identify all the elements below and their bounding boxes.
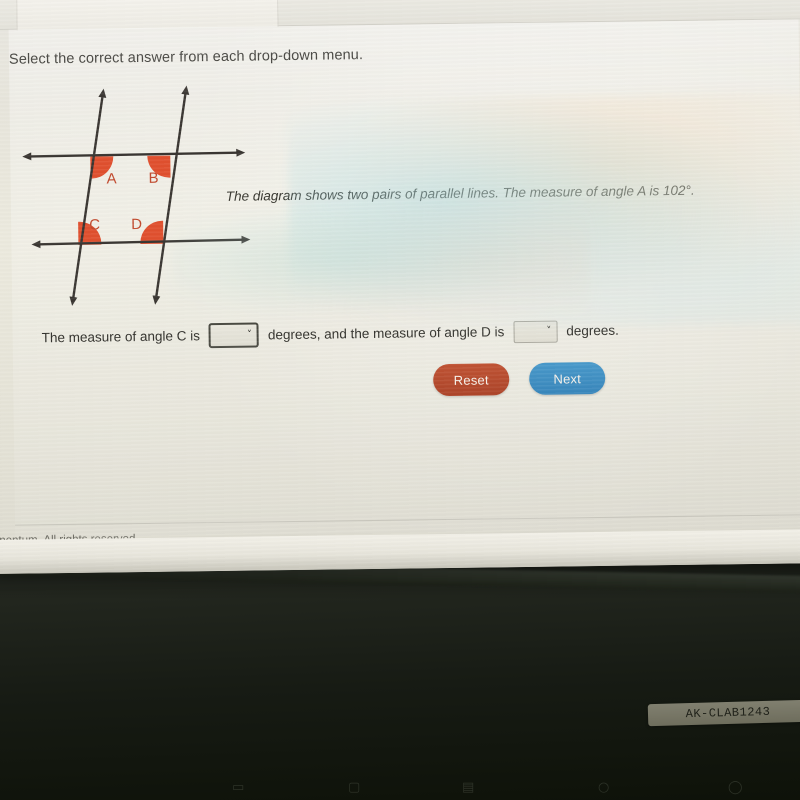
action-button-row: Reset Next (433, 361, 606, 397)
chevron-down-icon: ˅ (246, 329, 253, 341)
chevron-down-icon: ˅ (546, 325, 552, 337)
top-horizontal-line (22, 148, 246, 161)
quiz-page-content: Select the correct answer from each drop… (0, 19, 800, 547)
key-glyph-icon: ▢ (348, 780, 361, 795)
angle-label-B: B (148, 170, 158, 187)
key-glyph-icon: ◯ (728, 780, 743, 795)
next-button[interactable]: Next (529, 361, 606, 395)
key-glyph-icon: ▤ (462, 780, 475, 795)
answer-text-part1: The measure of angle C is (41, 328, 201, 346)
laptop-screen: Select the correct answer from each drop… (0, 0, 800, 574)
problem-statement-text: The diagram shows two pairs of parallel … (225, 182, 695, 204)
angle-label-D: D (131, 216, 142, 233)
key-glyph-icon: ▭ (232, 780, 245, 795)
footer-divider (15, 513, 800, 526)
left-transversal-line (69, 88, 107, 306)
answer-text-part3: degrees. (566, 322, 619, 339)
right-transversal-line (152, 85, 190, 305)
laptop-keyboard-deck (0, 540, 800, 800)
asset-tag-text: AK-CLAB1243 (685, 704, 771, 722)
angle-c-dropdown[interactable]: ˅ (208, 322, 260, 349)
instruction-text: Select the correct answer from each drop… (8, 47, 364, 68)
asset-tag-sticker: AK-CLAB1243 (647, 699, 800, 727)
angle-d-dropdown[interactable]: ˅ (513, 320, 558, 343)
reset-button[interactable]: Reset (433, 363, 510, 397)
answer-text-part2: degrees, and the measure of angle D is (267, 324, 505, 343)
laptop-photo: AK-CLAB1243 ▭ ▢ ▤ ○ ◯ Select the correct… (0, 0, 800, 800)
key-glyph-icon: ○ (598, 780, 610, 795)
keyboard-key-row: ▭ ▢ ▤ ○ ◯ (0, 778, 800, 800)
angle-label-A: A (106, 170, 116, 187)
angle-label-C: C (89, 217, 100, 234)
answer-sentence-row: The measure of angle C is ˅ degrees, and… (38, 318, 622, 351)
